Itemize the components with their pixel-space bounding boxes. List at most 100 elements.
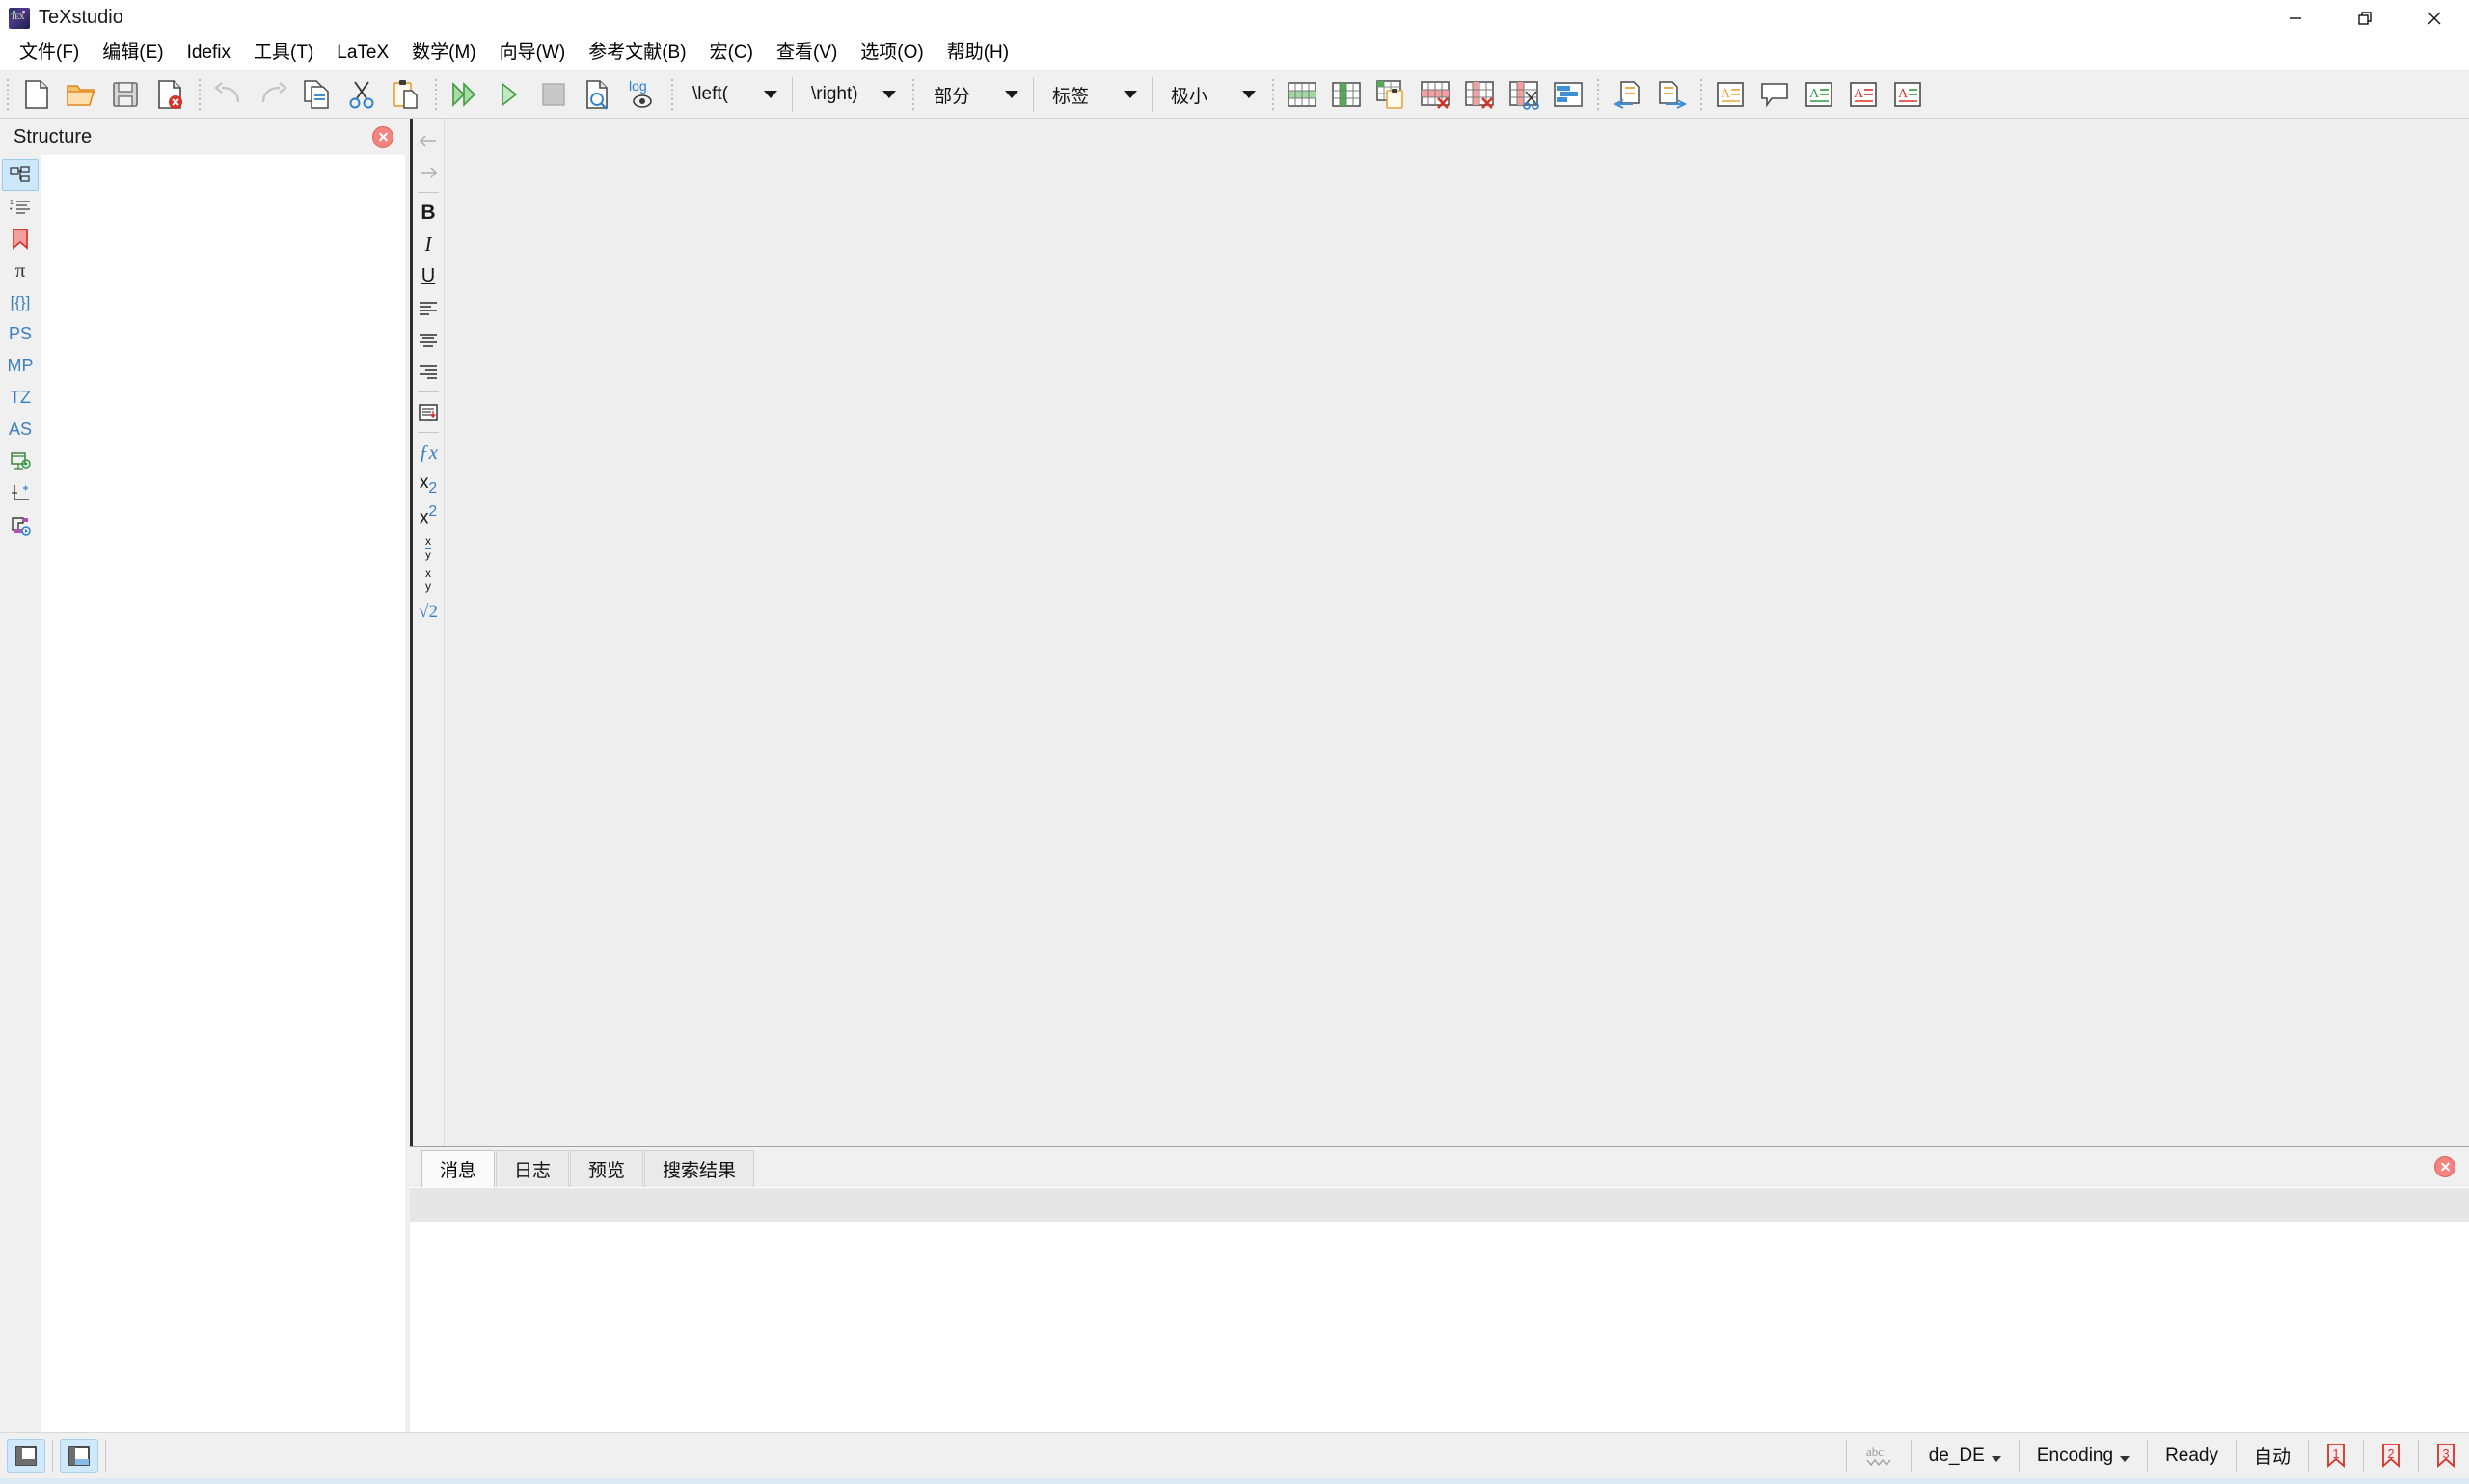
bookmark-2-button[interactable]: 2: [2368, 1439, 2414, 1473]
delete-column-icon[interactable]: [1457, 73, 1502, 116]
menu-edit[interactable]: 编辑(E): [91, 40, 175, 67]
right-delimiter-combo[interactable]: \right): [798, 74, 906, 115]
tab-log[interactable]: 日志: [496, 1150, 570, 1187]
align-left-button[interactable]: [413, 292, 444, 324]
bottom-resize-strip[interactable]: [0, 1478, 2469, 1484]
cut-icon[interactable]: [339, 73, 384, 116]
menu-view[interactable]: 查看(V): [765, 40, 849, 67]
menu-options[interactable]: 选项(O): [849, 40, 935, 67]
highlight-replace-icon[interactable]: A: [1886, 73, 1930, 116]
sidebar-item-pgf[interactable]: [2, 509, 39, 541]
close-button[interactable]: [2400, 0, 2469, 36]
output-content[interactable]: [410, 1222, 2469, 1432]
output-panel-close-button[interactable]: [2434, 1156, 2455, 1177]
add-row-icon[interactable]: [1280, 73, 1324, 116]
italic-button[interactable]: I: [413, 229, 444, 260]
copy-icon[interactable]: [295, 73, 339, 116]
stop-icon[interactable]: [531, 73, 576, 116]
sqrt-button[interactable]: √2: [413, 596, 444, 628]
menu-file[interactable]: 文件(F): [8, 40, 91, 67]
align-right-button[interactable]: [413, 356, 444, 388]
toolbar-drag-handle-4[interactable]: [667, 77, 676, 112]
minimize-button[interactable]: [2261, 0, 2330, 36]
tab-messages[interactable]: 消息: [421, 1150, 496, 1187]
language-selector[interactable]: de_DE: [1915, 1439, 2015, 1473]
left-delimiter-combo[interactable]: \left(: [679, 74, 787, 115]
align-center-button[interactable]: [413, 324, 444, 356]
save-icon[interactable]: [103, 73, 148, 116]
highlight-green-icon[interactable]: A: [1797, 73, 1841, 116]
add-column-icon[interactable]: [1324, 73, 1369, 116]
sidebar-item-mp[interactable]: MP: [2, 350, 39, 382]
section-combo[interactable]: 部分: [920, 74, 1028, 115]
bookmark-1-button[interactable]: 1: [2313, 1439, 2359, 1473]
inline-fraction-button[interactable]: xy: [413, 532, 444, 564]
toolbar-drag-handle-5[interactable]: [909, 77, 917, 112]
structure-tree[interactable]: [41, 155, 405, 1432]
redo-icon[interactable]: [251, 73, 295, 116]
back-button[interactable]: [413, 124, 444, 156]
display-fraction-button[interactable]: xy: [413, 564, 444, 596]
view-pdf-icon[interactable]: [576, 73, 620, 116]
cut-column-icon[interactable]: [1502, 73, 1546, 116]
restore-button[interactable]: [2330, 0, 2400, 36]
menu-wizard[interactable]: 向导(W): [488, 40, 578, 67]
compile-icon[interactable]: [487, 73, 531, 116]
toolbar-drag-handle-8[interactable]: [1696, 77, 1705, 112]
sidebar-item-presentation[interactable]: [2, 445, 39, 477]
toolbar-drag-handle-6[interactable]: [1268, 77, 1277, 112]
toolbar-drag-handle[interactable]: [3, 77, 12, 112]
forward-button[interactable]: [413, 156, 444, 188]
next-change-icon[interactable]: [1649, 73, 1694, 116]
view-log-icon[interactable]: log: [620, 73, 665, 116]
toolbar-drag-handle-2[interactable]: [195, 77, 203, 112]
toggle-output-view-button[interactable]: [60, 1438, 98, 1473]
prev-change-icon[interactable]: [1605, 73, 1649, 116]
menu-tools[interactable]: 工具(T): [242, 40, 325, 67]
sidebar-item-symbols-braces[interactable]: [{}]: [2, 286, 39, 318]
sidebar-item-as[interactable]: AS: [2, 414, 39, 445]
menu-idefix[interactable]: Idefix: [176, 40, 242, 67]
sidebar-item-bookmarks[interactable]: [2, 223, 39, 255]
paste-icon[interactable]: [384, 73, 428, 116]
sidebar-item-structure[interactable]: [2, 159, 39, 191]
toolbar-drag-handle-7[interactable]: [1593, 77, 1602, 112]
encoding-selector[interactable]: Encoding: [2023, 1439, 2143, 1473]
undo-icon[interactable]: [206, 73, 251, 116]
sidebar-item-symbols-pi[interactable]: π: [2, 255, 39, 286]
label-combo[interactable]: 标签: [1039, 74, 1147, 115]
fontsize-combo[interactable]: 极小: [1157, 74, 1265, 115]
new-file-icon[interactable]: [14, 73, 59, 116]
sidebar-item-toc[interactable]: 1 •: [2, 191, 39, 223]
menu-math[interactable]: 数学(M): [400, 40, 487, 67]
spellcheck-indicator[interactable]: abc: [1851, 1439, 1907, 1473]
delete-row-icon[interactable]: [1413, 73, 1457, 116]
menu-bibliography[interactable]: 参考文献(B): [577, 40, 697, 67]
newline-button[interactable]: [413, 396, 444, 428]
toolbar-drag-handle-3[interactable]: [431, 77, 440, 112]
close-file-icon[interactable]: [148, 73, 192, 116]
superscript-button[interactable]: x2: [413, 500, 444, 532]
bold-button[interactable]: B: [413, 197, 444, 229]
bookmark-3-button[interactable]: 3: [2423, 1439, 2469, 1473]
paste-table-icon[interactable]: [1369, 73, 1413, 116]
highlight-orange-icon[interactable]: A: [1708, 73, 1752, 116]
menu-help[interactable]: 帮助(H): [936, 40, 1020, 67]
comment-icon[interactable]: [1752, 73, 1797, 116]
editor-area[interactable]: [445, 119, 2469, 1146]
toggle-structure-view-button[interactable]: [7, 1438, 45, 1473]
function-button[interactable]: ƒx: [413, 437, 444, 469]
highlight-red-icon[interactable]: A: [1841, 73, 1886, 116]
underline-button[interactable]: U: [413, 260, 444, 292]
subscript-button[interactable]: x2: [413, 469, 444, 500]
open-folder-icon[interactable]: [59, 73, 103, 116]
tab-preview[interactable]: 预览: [570, 1150, 644, 1187]
sidebar-item-axis[interactable]: [2, 477, 39, 509]
sidebar-item-ps[interactable]: PS: [2, 318, 39, 350]
align-table-icon[interactable]: [1546, 73, 1590, 116]
menu-latex[interactable]: LaTeX: [325, 40, 400, 67]
build-and-view-icon[interactable]: [443, 73, 487, 116]
structure-panel-close-button[interactable]: [372, 126, 393, 148]
tab-search-results[interactable]: 搜索结果: [644, 1150, 755, 1187]
sidebar-item-tz[interactable]: TZ: [2, 382, 39, 414]
